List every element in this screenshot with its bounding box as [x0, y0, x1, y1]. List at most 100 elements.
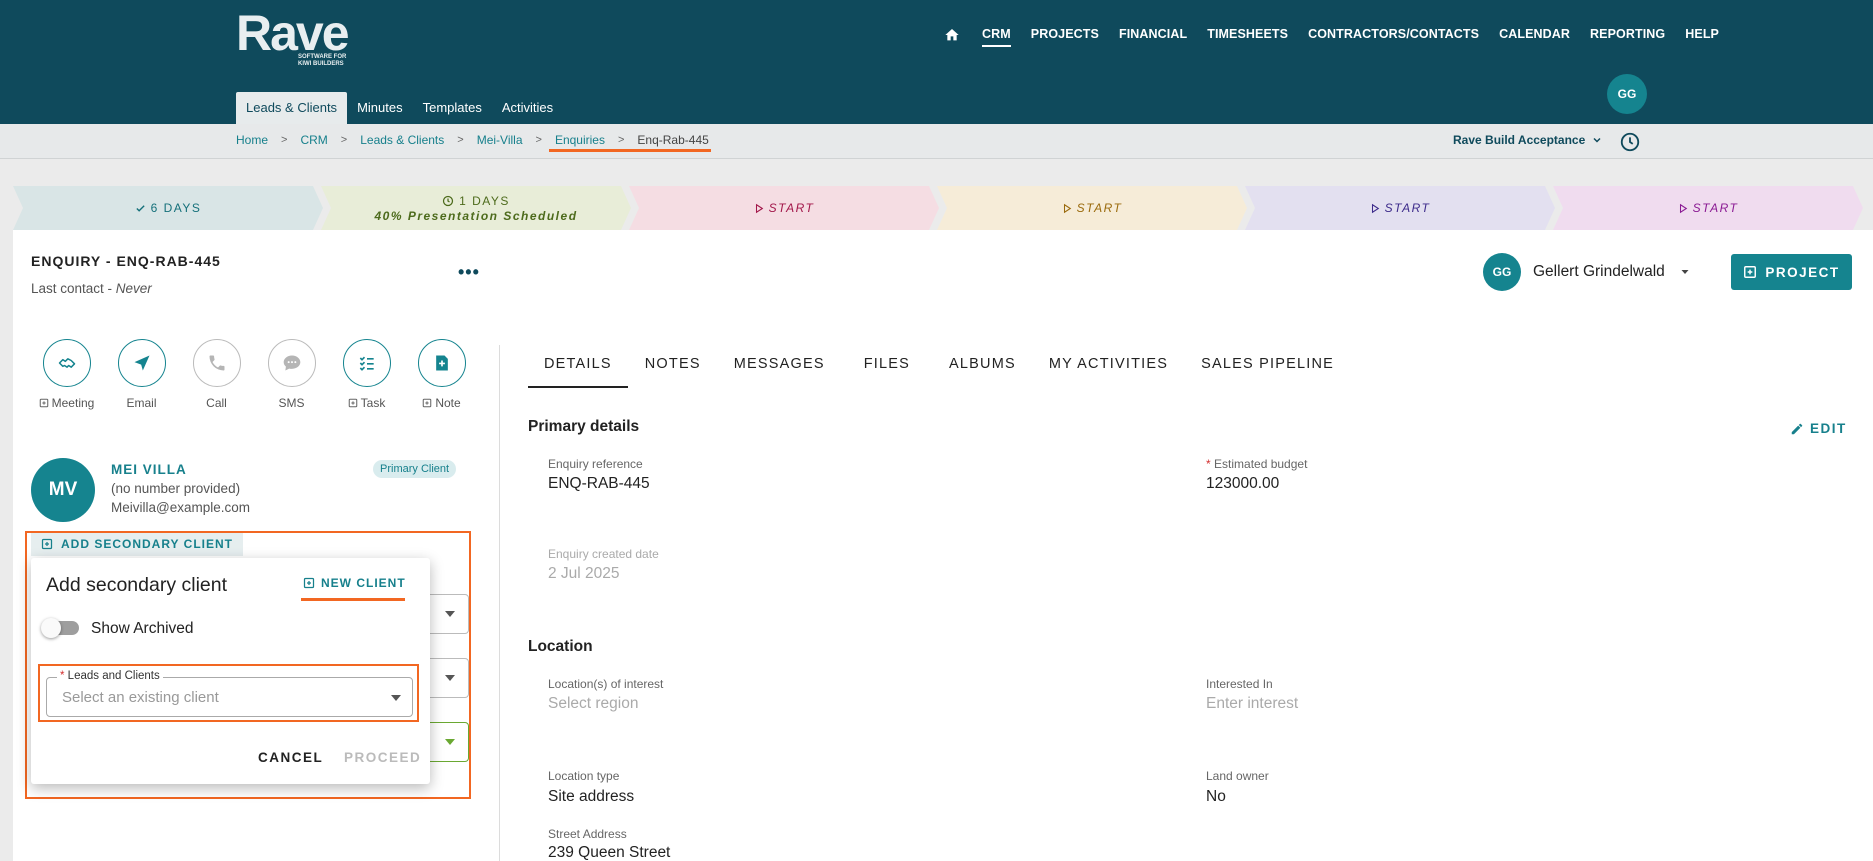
action-email[interactable]: Email: [104, 339, 179, 410]
tab-notes[interactable]: NOTES: [629, 348, 717, 388]
chevron-right-icon: >: [281, 134, 288, 146]
rave-logo[interactable]: Rave SOFTWARE FOR KIWI BUILDERS: [236, 5, 350, 67]
pipeline-stage-1[interactable]: 6 DAYS: [13, 186, 323, 230]
add-box-icon: [423, 398, 432, 408]
subnav-tab-activities[interactable]: Activities: [492, 92, 563, 124]
locations-interest-value[interactable]: Select region: [548, 695, 638, 713]
highlight-underline-new-client: [301, 598, 405, 601]
highlight-box-client-select: [38, 664, 419, 722]
handshake-icon: [58, 358, 75, 368]
history-icon[interactable]: [1619, 131, 1641, 153]
estimated-budget-label: * Estimated budget: [1206, 457, 1308, 471]
toggle-knob: [41, 618, 61, 638]
action-label: SMS: [278, 396, 304, 410]
logo-word: Rave: [236, 5, 350, 61]
action-label-text: Meeting: [51, 396, 95, 410]
project-button-label: PROJECT: [1765, 264, 1840, 280]
pipeline-stage-4[interactable]: START: [937, 186, 1247, 230]
action-circle[interactable]: [117, 339, 166, 387]
breadcrumb-mei-villa[interactable]: Mei-Villa: [477, 133, 523, 147]
action-task[interactable]: Task: [329, 339, 404, 410]
action-label: Email: [126, 396, 156, 410]
action-label-text: Note: [435, 396, 461, 410]
pipeline-stage-3[interactable]: START: [629, 186, 939, 230]
nav-crm[interactable]: CRM: [982, 26, 1011, 48]
chat-icon: [283, 355, 300, 371]
tab-sales-pipeline[interactable]: SALES PIPELINE: [1185, 348, 1350, 388]
street-address-label: Street Address: [548, 827, 627, 841]
workspace-name: Rave Build Acceptance: [1453, 133, 1586, 147]
action-label-text: Email: [126, 396, 157, 410]
assignee-selector[interactable]: GG Gellert Grindelwald: [1483, 253, 1691, 291]
action-call[interactable]: Call: [179, 339, 254, 410]
nav-calendar[interactable]: CALENDAR: [1499, 26, 1570, 48]
more-options-icon[interactable]: •••: [458, 262, 480, 283]
action-circle[interactable]: [342, 339, 391, 387]
edit-button[interactable]: EDIT: [1790, 421, 1847, 436]
breadcrumb-home[interactable]: Home: [236, 133, 268, 147]
assignee-avatar: GG: [1483, 253, 1521, 291]
pipeline-stage-sub: 40% Presentation Scheduled: [374, 208, 578, 223]
breadcrumb-enquiries[interactable]: Enquiries: [555, 133, 605, 147]
enquiry-created-value: 2 Jul 2025: [548, 565, 620, 582]
action-circle[interactable]: [192, 339, 241, 387]
chevron-right-icon: >: [617, 134, 625, 146]
client-avatar: MV: [31, 458, 95, 522]
pipeline-stage-6[interactable]: START: [1553, 186, 1863, 230]
action-sms[interactable]: SMS: [254, 339, 329, 410]
user-avatar[interactable]: GG: [1607, 74, 1647, 114]
action-note[interactable]: Note: [404, 339, 479, 410]
estimated-budget-label-text: Estimated budget: [1214, 457, 1308, 471]
breadcrumb-leads-clients[interactable]: Leads & Clients: [360, 133, 444, 147]
nav-timesheets[interactable]: TIMESHEETS: [1207, 26, 1288, 48]
estimated-budget-value: 123000.00: [1206, 475, 1280, 492]
details-tabs: DETAILS NOTES MESSAGES FILES ALBUMS MY A…: [528, 348, 1351, 388]
tab-details[interactable]: DETAILS: [528, 348, 628, 388]
assignee-name: Gellert Grindelwald: [1533, 263, 1665, 280]
action-meeting[interactable]: Meeting: [29, 339, 104, 410]
pipeline-stage-label: 6 DAYS: [150, 201, 202, 215]
breadcrumb-crm[interactable]: CRM: [300, 133, 327, 147]
contact-actions: Meeting Email Call SMS Task Note: [29, 339, 479, 410]
subnav-tab-minutes[interactable]: Minutes: [347, 92, 413, 124]
action-circle[interactable]: [417, 339, 466, 387]
tab-albums[interactable]: ALBUMS: [933, 348, 1032, 388]
pipeline-stage-5[interactable]: START: [1245, 186, 1555, 230]
location-type-value: Site address: [548, 788, 635, 805]
new-client-button[interactable]: NEW CLIENT: [303, 576, 406, 590]
play-icon: [1678, 203, 1688, 214]
interested-in-value[interactable]: Enter interest: [1206, 695, 1298, 713]
location-type-label: Location type: [548, 769, 620, 783]
subnav-tab-leads-clients[interactable]: Leads & Clients: [236, 92, 348, 124]
action-label-text: Task: [360, 396, 386, 410]
nav-contractors-contacts[interactable]: CONTRACTORS/CONTACTS: [1308, 26, 1479, 48]
tab-files[interactable]: FILES: [842, 348, 932, 388]
subnav-tab-templates[interactable]: Templates: [413, 92, 492, 124]
pipeline-stage-label-row: 1 DAYS: [442, 194, 510, 208]
action-circle[interactable]: [42, 339, 91, 387]
add-box-icon: [1744, 266, 1757, 278]
last-contact: Last contact - Never: [31, 281, 152, 296]
action-label-text: Call: [206, 396, 227, 410]
pipeline-stage-label: START: [1692, 201, 1739, 215]
nav-help[interactable]: HELP: [1685, 26, 1719, 48]
action-label-text: SMS: [278, 396, 305, 410]
pipeline-stage-2[interactable]: 1 DAYS 40% Presentation Scheduled: [321, 186, 631, 230]
client-name[interactable]: MEI VILLA: [111, 462, 187, 477]
nav-financial[interactable]: FINANCIAL: [1119, 26, 1187, 48]
action-circle[interactable]: [267, 339, 316, 387]
land-owner-value: No: [1206, 788, 1226, 805]
phone-icon: [209, 355, 224, 371]
nav-reporting[interactable]: REPORTING: [1590, 26, 1665, 48]
workspace-selector[interactable]: Rave Build Acceptance: [1453, 133, 1603, 147]
proceed-button[interactable]: PROCEED: [344, 750, 421, 765]
home-icon[interactable]: [944, 27, 960, 43]
cancel-button[interactable]: CANCEL: [258, 750, 323, 765]
tab-my-activities[interactable]: MY ACTIVITIES: [1033, 348, 1184, 388]
project-button[interactable]: PROJECT: [1731, 254, 1852, 290]
show-archived-toggle[interactable]: [41, 618, 79, 638]
chevron-right-icon: >: [457, 134, 464, 146]
dialog-title: Add secondary client: [46, 574, 228, 596]
tab-messages[interactable]: MESSAGES: [718, 348, 841, 388]
nav-projects[interactable]: PROJECTS: [1031, 26, 1099, 48]
